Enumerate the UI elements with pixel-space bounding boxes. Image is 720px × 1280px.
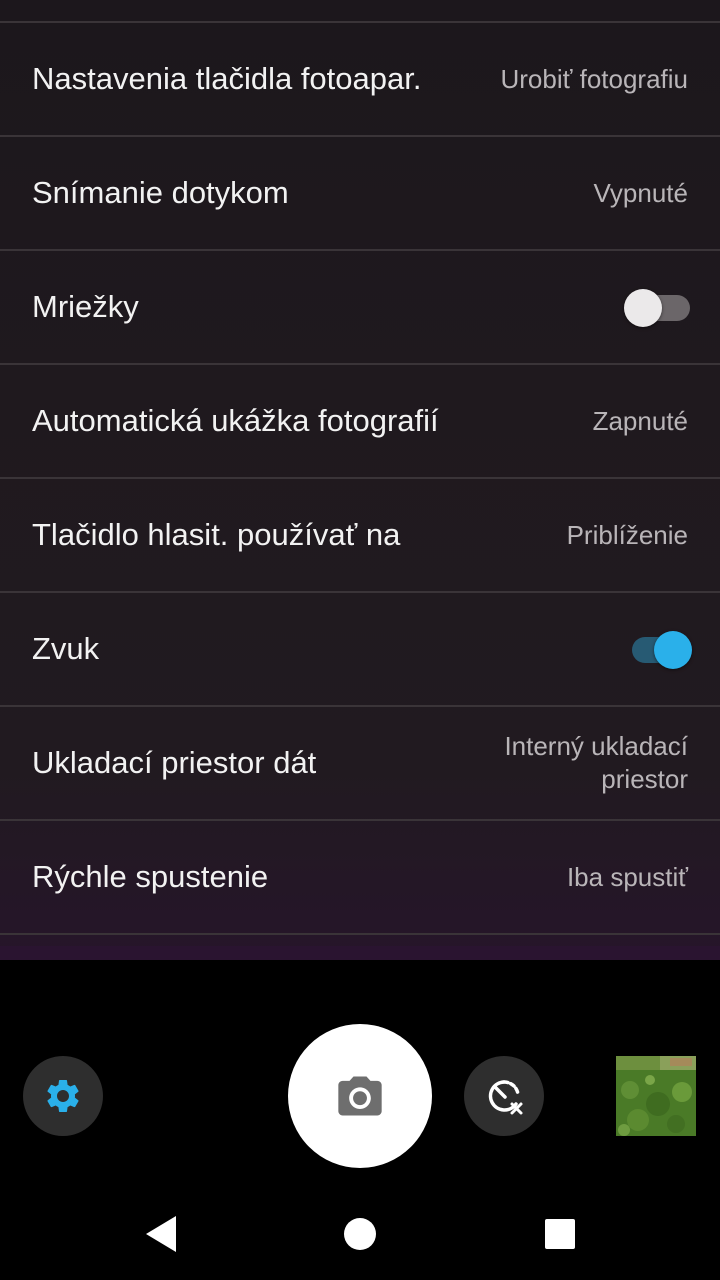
home-circle-icon [344, 1218, 376, 1250]
setting-grid[interactable]: Mriežky [0, 251, 720, 365]
setting-quick-launch[interactable]: Rýchle spustenie Iba spustiť [0, 821, 720, 935]
setting-label: Nastavenia tlačidla fotoapar. [32, 61, 422, 96]
setting-sound[interactable]: Zvuk [0, 593, 720, 707]
setting-auto-preview[interactable]: Automatická ukážka fotografií Zapnuté [0, 365, 720, 479]
setting-label: Automatická ukážka fotografií [32, 403, 439, 438]
toggle-thumb [624, 289, 662, 327]
self-timer-button[interactable] [464, 1056, 544, 1136]
setting-data-storage[interactable]: Ukladací priestor dát Interný ukladací p… [0, 707, 720, 821]
setting-label: Rýchle spustenie [32, 859, 269, 894]
toggle-thumb [654, 631, 692, 669]
setting-label: Tlačidlo hlasit. používať na [32, 517, 401, 552]
back-button[interactable] [128, 1202, 192, 1266]
recents-square-icon [545, 1219, 575, 1249]
setting-value: Urobiť fotografiu [500, 63, 688, 94]
settings-button[interactable] [23, 1056, 103, 1136]
back-triangle-icon [146, 1216, 176, 1252]
setting-touch-capture[interactable]: Snímanie dotykom Vypnuté [0, 137, 720, 251]
gear-icon [47, 1080, 79, 1112]
recents-button[interactable] [528, 1202, 592, 1266]
settings-panel: Nastavenia tlačidla fotoapar. Urobiť fot… [0, 0, 720, 960]
timer-off-icon [488, 1080, 523, 1115]
setting-volume-key[interactable]: Tlačidlo hlasit. používať na Priblíženie [0, 479, 720, 593]
setting-label: Ukladací priestor dát [32, 745, 317, 780]
setting-value: Interný ukladací priestor [504, 731, 688, 794]
setting-label: Mriežky [32, 289, 139, 324]
grid-toggle[interactable] [624, 289, 694, 327]
setting-value: Iba spustiť [566, 861, 688, 892]
shutter-button[interactable] [288, 1024, 432, 1168]
setting-label: Zvuk [32, 631, 100, 666]
system-navigation-bar [0, 1180, 720, 1280]
setting-value: Zapnuté [592, 405, 688, 436]
setting-camera-button[interactable]: Nastavenia tlačidla fotoapar. Urobiť fot… [0, 23, 720, 137]
setting-value: Priblíženie [566, 519, 688, 550]
setting-value: Vypnuté [593, 177, 688, 208]
grass-photo-image [616, 1056, 696, 1136]
home-button[interactable] [328, 1202, 392, 1266]
camera-controls [0, 960, 720, 1180]
setting-label: Snímanie dotykom [32, 175, 289, 210]
viewfinder-strip [0, 946, 720, 960]
camera-icon [338, 1076, 382, 1116]
last-photo-thumbnail[interactable] [616, 1056, 696, 1136]
sound-toggle[interactable] [624, 631, 694, 669]
